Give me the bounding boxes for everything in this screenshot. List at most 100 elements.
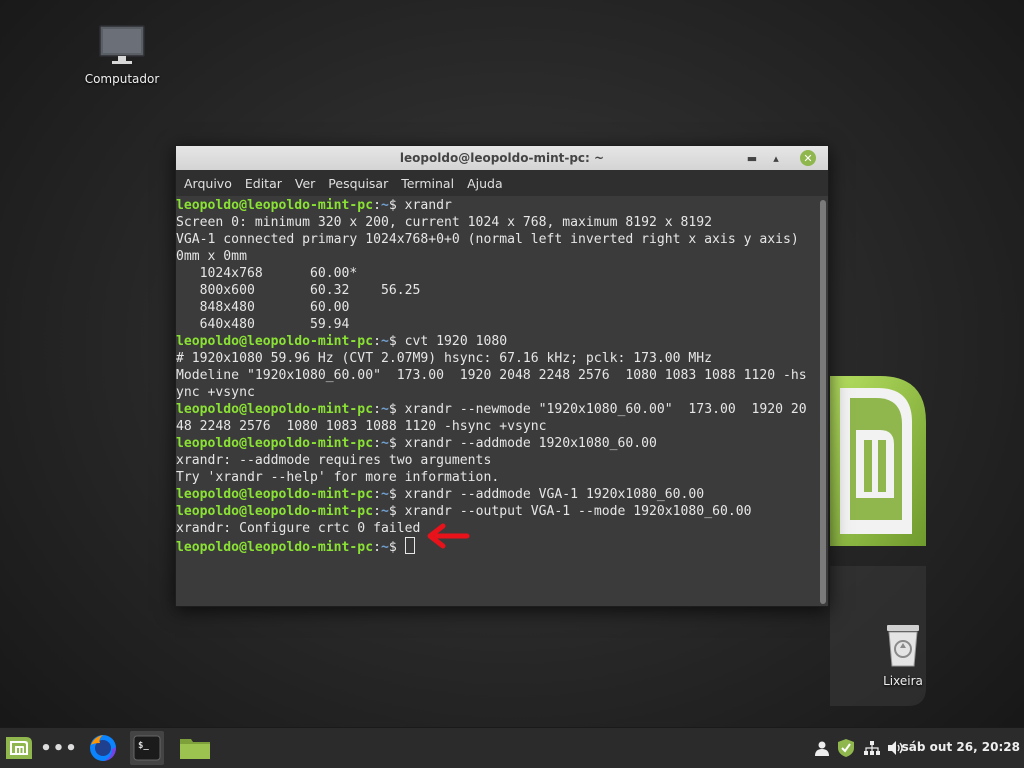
prompt-symbol: $	[388, 487, 397, 502]
prompt-symbol: $	[388, 402, 397, 417]
prompt-path: ~	[380, 198, 389, 213]
prompt-user: leopoldo@leopoldo-mint-pc	[176, 487, 374, 502]
menu-terminal[interactable]: Terminal	[401, 176, 454, 191]
trash-desktop-icon[interactable]: Lixeira	[868, 622, 938, 688]
terminal-icon: $_	[133, 735, 161, 761]
prompt-symbol: $	[388, 198, 397, 213]
terminal-text: leopoldo@leopoldo-mint-pc:~$ xrandr Scree…	[176, 197, 818, 555]
terminal-line: leopoldo@leopoldo-mint-pc:~$	[176, 537, 818, 555]
terminal-line: xrandr: Configure crtc 0 failed	[176, 520, 818, 537]
computer-label: Computador	[84, 72, 160, 86]
window-title: leopoldo@leopoldo-mint-pc: ~	[399, 151, 605, 165]
terminal-launcher[interactable]: $_	[130, 731, 164, 765]
terminal-line: # 1920x1080 59.96 Hz (CVT 2.07M9) hsync:…	[176, 350, 818, 367]
maximize-button[interactable]: ▴	[768, 150, 784, 166]
terminal-menubar: Arquivo Editar Ver Pesquisar Terminal Aj…	[176, 170, 828, 196]
output-text: 48 2248 2576 1080 1083 1088 1120 -hsync …	[176, 419, 547, 434]
prompt-path: ~	[380, 504, 389, 519]
terminal-line: xrandr: --addmode requires two arguments	[176, 452, 818, 469]
terminal-scrollbar[interactable]	[820, 200, 826, 604]
terminal-icon-glyph: $_	[138, 741, 149, 751]
shield-icon	[838, 739, 854, 757]
terminal-output[interactable]: leopoldo@leopoldo-mint-pc:~$ xrandr Scree…	[176, 196, 828, 606]
update-manager-applet[interactable]	[836, 738, 856, 758]
terminal-line: VGA-1 connected primary 1024x768+0+0 (no…	[176, 231, 818, 248]
terminal-line: Modeline "1920x1080_60.00" 173.00 1920 2…	[176, 367, 818, 384]
terminal-line: leopoldo@leopoldo-mint-pc:~$ xrandr --ad…	[176, 436, 657, 451]
files-launcher[interactable]	[178, 732, 212, 764]
prompt-path: ~	[380, 487, 389, 502]
prompt-user: leopoldo@leopoldo-mint-pc	[176, 198, 374, 213]
command-text: xrandr	[396, 198, 452, 213]
mint-menu-button[interactable]	[2, 732, 36, 764]
output-text: Screen 0: minimum 320 x 200, current 102…	[176, 215, 713, 230]
output-text: Modeline "1920x1080_60.00" 173.00 1920 2…	[176, 368, 807, 383]
clock[interactable]: sáb out 26, 20:28	[902, 740, 1020, 754]
folder-icon	[180, 739, 210, 759]
show-desktop-button[interactable]: •••	[40, 732, 77, 764]
network-applet[interactable]	[862, 738, 882, 758]
command-text: xrandr --newmode "1920x1080_60.00" 173.0…	[396, 402, 807, 417]
terminal-window[interactable]: leopoldo@leopoldo-mint-pc: ~ ▬ ▴ ✕ Arqui…	[175, 145, 829, 607]
output-text: 0mm x 0mm	[176, 249, 247, 264]
user-applet[interactable]	[812, 738, 832, 758]
output-text: xrandr: --addmode requires two arguments	[176, 453, 492, 468]
menu-editar[interactable]: Editar	[245, 176, 282, 191]
output-text: xrandr: Configure crtc 0 failed	[176, 521, 421, 536]
terminal-line: leopoldo@leopoldo-mint-pc:~$ xrandr --ne…	[176, 402, 807, 417]
command-text: xrandr --output VGA-1 --mode 1920x1080_6…	[396, 504, 752, 519]
red-arrow-annotation	[427, 523, 470, 549]
terminal-titlebar[interactable]: leopoldo@leopoldo-mint-pc: ~ ▬ ▴ ✕	[176, 146, 828, 170]
mint-logo-icon	[6, 737, 32, 759]
network-icon	[864, 741, 880, 755]
terminal-cursor[interactable]	[404, 537, 415, 554]
output-text: Try 'xrandr --help' for more information…	[176, 470, 500, 485]
terminal-line: leopoldo@leopoldo-mint-pc:~$ cvt 1920 10…	[176, 334, 508, 349]
minimize-button[interactable]: ▬	[744, 150, 760, 166]
menu-arquivo[interactable]: Arquivo	[184, 176, 232, 191]
output-text: 1024x768 60.00*	[176, 266, 358, 281]
computer-icon	[99, 25, 145, 64]
terminal-line: leopoldo@leopoldo-mint-pc:~$ xrandr --ou…	[176, 504, 752, 519]
menu-ajuda[interactable]: Ajuda	[467, 176, 503, 191]
prompt-symbol: $	[388, 436, 397, 451]
command-text: xrandr --addmode 1920x1080_60.00	[396, 436, 657, 451]
prompt-path: ~	[380, 334, 389, 349]
close-button[interactable]: ✕	[800, 150, 816, 166]
taskbar: ••• $_ sáb out 26, 20:28	[0, 727, 1024, 768]
output-text: 640x480 59.94	[176, 317, 350, 332]
user-icon	[815, 741, 829, 756]
output-text: 848x480 60.00	[176, 300, 350, 315]
trash-label: Lixeira	[883, 674, 923, 688]
terminal-line: 48 2248 2576 1080 1083 1088 1120 -hsync …	[176, 418, 818, 435]
trash-icon	[887, 625, 919, 667]
terminal-line: Try 'xrandr --help' for more information…	[176, 469, 818, 486]
prompt-path: ~	[380, 540, 389, 555]
terminal-line: 848x480 60.00	[176, 299, 818, 316]
command-text: xrandr --addmode VGA-1 1920x1080_60.00	[396, 487, 705, 502]
prompt-path: ~	[380, 436, 389, 451]
terminal-line: Screen 0: minimum 320 x 200, current 102…	[176, 214, 818, 231]
prompt-user: leopoldo@leopoldo-mint-pc	[176, 540, 374, 555]
prompt-symbol: $	[388, 334, 397, 349]
output-text: VGA-1 connected primary 1024x768+0+0 (no…	[176, 232, 799, 247]
prompt-symbol: $	[388, 504, 397, 519]
terminal-line: leopoldo@leopoldo-mint-pc:~$ xrandr	[176, 198, 452, 213]
firefox-icon	[90, 735, 116, 761]
menu-ver[interactable]: Ver	[295, 176, 315, 191]
menu-pesquisar[interactable]: Pesquisar	[328, 176, 388, 191]
output-text: # 1920x1080 59.96 Hz (CVT 2.07M9) hsync:…	[176, 351, 713, 366]
prompt-user: leopoldo@leopoldo-mint-pc	[176, 436, 374, 451]
computer-desktop-icon[interactable]: Computador	[80, 24, 164, 86]
prompt-user: leopoldo@leopoldo-mint-pc	[176, 504, 374, 519]
terminal-line: ync +vsync	[176, 384, 818, 401]
output-text: ync +vsync	[176, 385, 255, 400]
prompt-user: leopoldo@leopoldo-mint-pc	[176, 334, 374, 349]
terminal-line: 1024x768 60.00*	[176, 265, 818, 282]
terminal-line: leopoldo@leopoldo-mint-pc:~$ xrandr --ad…	[176, 487, 705, 502]
output-text: 800x600 60.32 56.25	[176, 283, 421, 298]
firefox-launcher[interactable]	[86, 732, 120, 764]
terminal-line: 800x600 60.32 56.25	[176, 282, 818, 299]
prompt-path: ~	[380, 402, 389, 417]
